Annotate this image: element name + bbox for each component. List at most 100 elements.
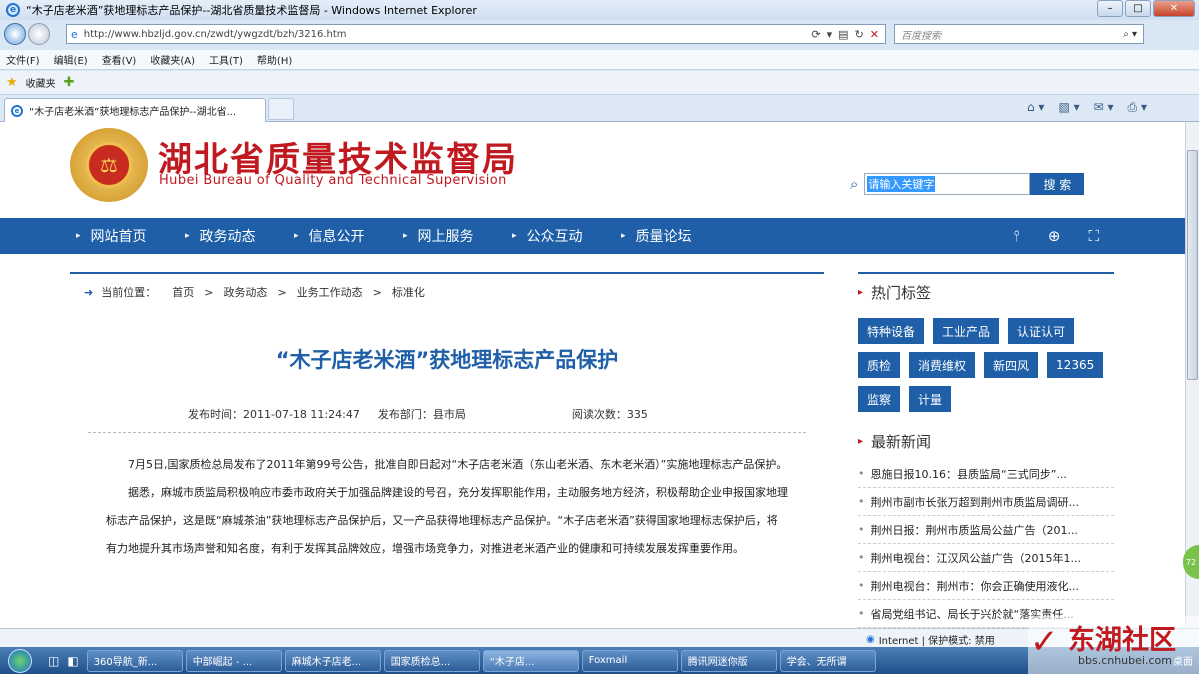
nav-news[interactable]: 政务动态: [185, 226, 294, 246]
favorites-star-icon: ★: [6, 75, 18, 90]
hot-tags-title: 热门标签: [858, 272, 1114, 310]
breadcrumb-news[interactable]: 政务动态: [223, 284, 267, 300]
feeds-icon[interactable]: ▧ ▾: [1058, 100, 1079, 115]
site-emblem-icon: ⚖: [70, 128, 148, 202]
tab-bar: e “木子店老米酒”获地理标志产品保护--湖北省... ⌂ ▾ ▧ ▾ ✉ ▾ …: [0, 95, 1199, 122]
breadcrumb-home[interactable]: 首页: [172, 284, 194, 300]
nav-home[interactable]: 网站首页: [76, 226, 185, 246]
tag-item[interactable]: 质检: [858, 352, 901, 378]
taskbar-item[interactable]: 麻城木子店老...: [284, 649, 381, 672]
quicklaunch-icon[interactable]: ◧: [67, 654, 78, 668]
back-button[interactable]: ‹: [4, 23, 26, 45]
windows-taskbar: ◫ ◧ 360导航_新... 中部崛起 - ... 麻城木子店老... 国家质检…: [0, 647, 1199, 674]
nav-forum[interactable]: 质量论坛: [621, 226, 730, 246]
add-favorite-icon[interactable]: ✚: [64, 75, 75, 90]
taskbar-item[interactable]: 中部崛起 - ...: [185, 649, 282, 672]
taskbar-item[interactable]: Foxmail: [581, 649, 678, 672]
quicklaunch-icon[interactable]: ◫: [48, 654, 59, 668]
stop-icon[interactable]: ✕: [870, 28, 879, 41]
site-name-en: Hubei Bureau of Quality and Technical Su…: [159, 173, 507, 188]
tab-label: “木子店老米酒”获地理标志产品保护--湖北省...: [29, 107, 237, 118]
tag-item[interactable]: 新四风: [984, 352, 1039, 378]
news-item[interactable]: 荆州电视台：荆州市：你会正确使用液化...: [858, 572, 1114, 600]
address-field[interactable]: e http://www.hbzljd.gov.cn/zwdt/ywgzdt/b…: [66, 24, 886, 44]
breadcrumb-work[interactable]: 业务工作动态: [297, 284, 363, 300]
nav-info[interactable]: 信息公开: [294, 226, 403, 246]
publish-dept: 发布部门：县市局: [377, 408, 466, 421]
taskbar-item[interactable]: “木子店...: [482, 649, 579, 672]
web-page: ⚖ 湖北省质量技术监督局 Hubei Bureau of Quality and…: [0, 122, 1185, 628]
compat-icon[interactable]: ⟳: [811, 28, 820, 41]
article-paragraph: 7月5日,国家质检总局发布了2011年第99号公告，批准自即日起对“木子店老米酒…: [128, 458, 788, 471]
ie-logo-icon: e: [6, 3, 20, 17]
site-search-button[interactable]: 搜 索: [1030, 173, 1085, 195]
command-bar: ⌂ ▾ ▧ ▾ ✉ ▾ ⎙ ▾: [1027, 100, 1147, 115]
close-button[interactable]: ✕: [1153, 0, 1195, 17]
menu-edit[interactable]: 编辑(E): [54, 52, 88, 67]
fullscreen-icon[interactable]: ⛶: [1088, 227, 1099, 245]
home-icon[interactable]: ⌂ ▾: [1027, 100, 1044, 115]
tag-item[interactable]: 特种设备: [858, 318, 925, 344]
menu-favorites[interactable]: 收藏夹(A): [150, 52, 195, 67]
taskbar-item[interactable]: 腾讯网迷你版: [680, 649, 777, 672]
ie-window: e “木子店老米酒”获地理标志产品保护--湖北省质量技术监督局 - Window…: [0, 0, 1199, 674]
address-tools: ⟳ ▾ ▤ ↻ ✕: [811, 28, 885, 41]
forward-button[interactable]: ›: [28, 23, 50, 45]
rss-icon[interactable]: ▤: [838, 28, 848, 41]
news-item[interactable]: 恩施日报10.16：县质监局“三式同步”...: [858, 460, 1114, 488]
minimize-button[interactable]: –: [1097, 0, 1123, 17]
dropdown-icon[interactable]: ▾: [827, 28, 833, 41]
arrow-right-icon: ➜: [84, 285, 94, 299]
tag-item[interactable]: 消费维权: [909, 352, 976, 378]
nav-tools: ⫯ ⊕ ⛶: [1013, 227, 1099, 245]
start-button[interactable]: [0, 647, 40, 674]
menu-view[interactable]: 查看(V): [102, 52, 137, 67]
tag-item[interactable]: 工业产品: [933, 318, 1000, 344]
globe-icon: ◉: [866, 634, 875, 645]
sidebar: 热门标签 特种设备 工业产品 认证认可 质检 消费维权 新四风 12365 监察…: [858, 272, 1114, 628]
tag-item[interactable]: 12365: [1047, 352, 1104, 378]
favorites-bar: ★ 收藏夹 ✚: [0, 71, 1199, 95]
browser-search-field[interactable]: 百度搜索 ⌕ ▾: [894, 24, 1144, 44]
site-search-value: 请输入关键字: [867, 176, 936, 192]
breadcrumb-sep: >: [204, 285, 214, 299]
taskbar-item[interactable]: 360导航_新...: [86, 649, 183, 672]
pin-icon[interactable]: ⫯: [1013, 227, 1020, 245]
tag-item[interactable]: 监察: [858, 386, 901, 412]
site-search-input[interactable]: 请输入关键字: [864, 173, 1031, 195]
latest-news-list: 恩施日报10.16：县质监局“三式同步”... 荆州市副市长张万超到荆州市质监局…: [858, 460, 1114, 628]
view-count: 阅读次数：335: [571, 408, 648, 421]
security-zone: ◉ Internet | 保护模式: 禁用: [866, 632, 995, 647]
favorites-button[interactable]: 收藏夹: [26, 75, 56, 90]
scrollbar-thumb[interactable]: [1187, 150, 1198, 380]
address-text: http://www.hbzljd.gov.cn/zwdt/ywgzdt/bzh…: [83, 28, 347, 40]
address-toolbar: ‹ › e http://www.hbzljd.gov.cn/zwdt/ywgz…: [0, 20, 1199, 48]
taskbar-item[interactable]: 国家质检总...: [383, 649, 480, 672]
tag-item[interactable]: 认证认可: [1008, 318, 1075, 344]
breadcrumb-standard[interactable]: 标准化: [392, 284, 425, 300]
new-tab-button[interactable]: [268, 98, 294, 120]
taskbar-item[interactable]: 学会、无所谓: [779, 649, 876, 672]
article-body: 7月5日,国家质检总局发布了2011年第99号公告，批准自即日起对“木子店老米酒…: [106, 451, 788, 563]
nav-interact[interactable]: 公众互动: [512, 226, 621, 246]
hot-tags: 特种设备 工业产品 认证认可 质检 消费维权 新四风 12365 监察 计量: [858, 310, 1114, 412]
menu-tools[interactable]: 工具(T): [209, 52, 243, 67]
maximize-button[interactable]: □: [1125, 0, 1151, 17]
tag-item[interactable]: 计量: [909, 386, 952, 412]
refresh-icon[interactable]: ↻: [855, 28, 864, 41]
news-item[interactable]: 荆州电视台：江汉风公益广告（2015年1...: [858, 544, 1114, 572]
nav-services[interactable]: 网上服务: [403, 226, 512, 246]
zoom-icon[interactable]: ⊕: [1048, 227, 1061, 245]
news-item[interactable]: 荆州市副市长张万超到荆州市质监局调研...: [858, 488, 1114, 516]
page-icon: e: [71, 27, 78, 41]
tab-current[interactable]: e “木子店老米酒”获地理标志产品保护--湖北省...: [4, 98, 266, 122]
search-icon[interactable]: ⌕ ▾: [1123, 29, 1143, 40]
article-meta: 发布时间：2011-07-18 11:24:47 发布部门：县市局 阅读次数：3…: [70, 406, 824, 422]
search-icon: ⌕: [850, 175, 859, 193]
news-item[interactable]: 荆州日报：荆州市质监局公益广告（201...: [858, 516, 1114, 544]
mail-icon[interactable]: ✉ ▾: [1094, 100, 1114, 115]
print-icon[interactable]: ⎙ ▾: [1128, 100, 1147, 115]
menu-file[interactable]: 文件(F): [6, 52, 40, 67]
window-controls: – □ ✕: [1097, 0, 1195, 17]
menu-help[interactable]: 帮助(H): [257, 52, 292, 67]
